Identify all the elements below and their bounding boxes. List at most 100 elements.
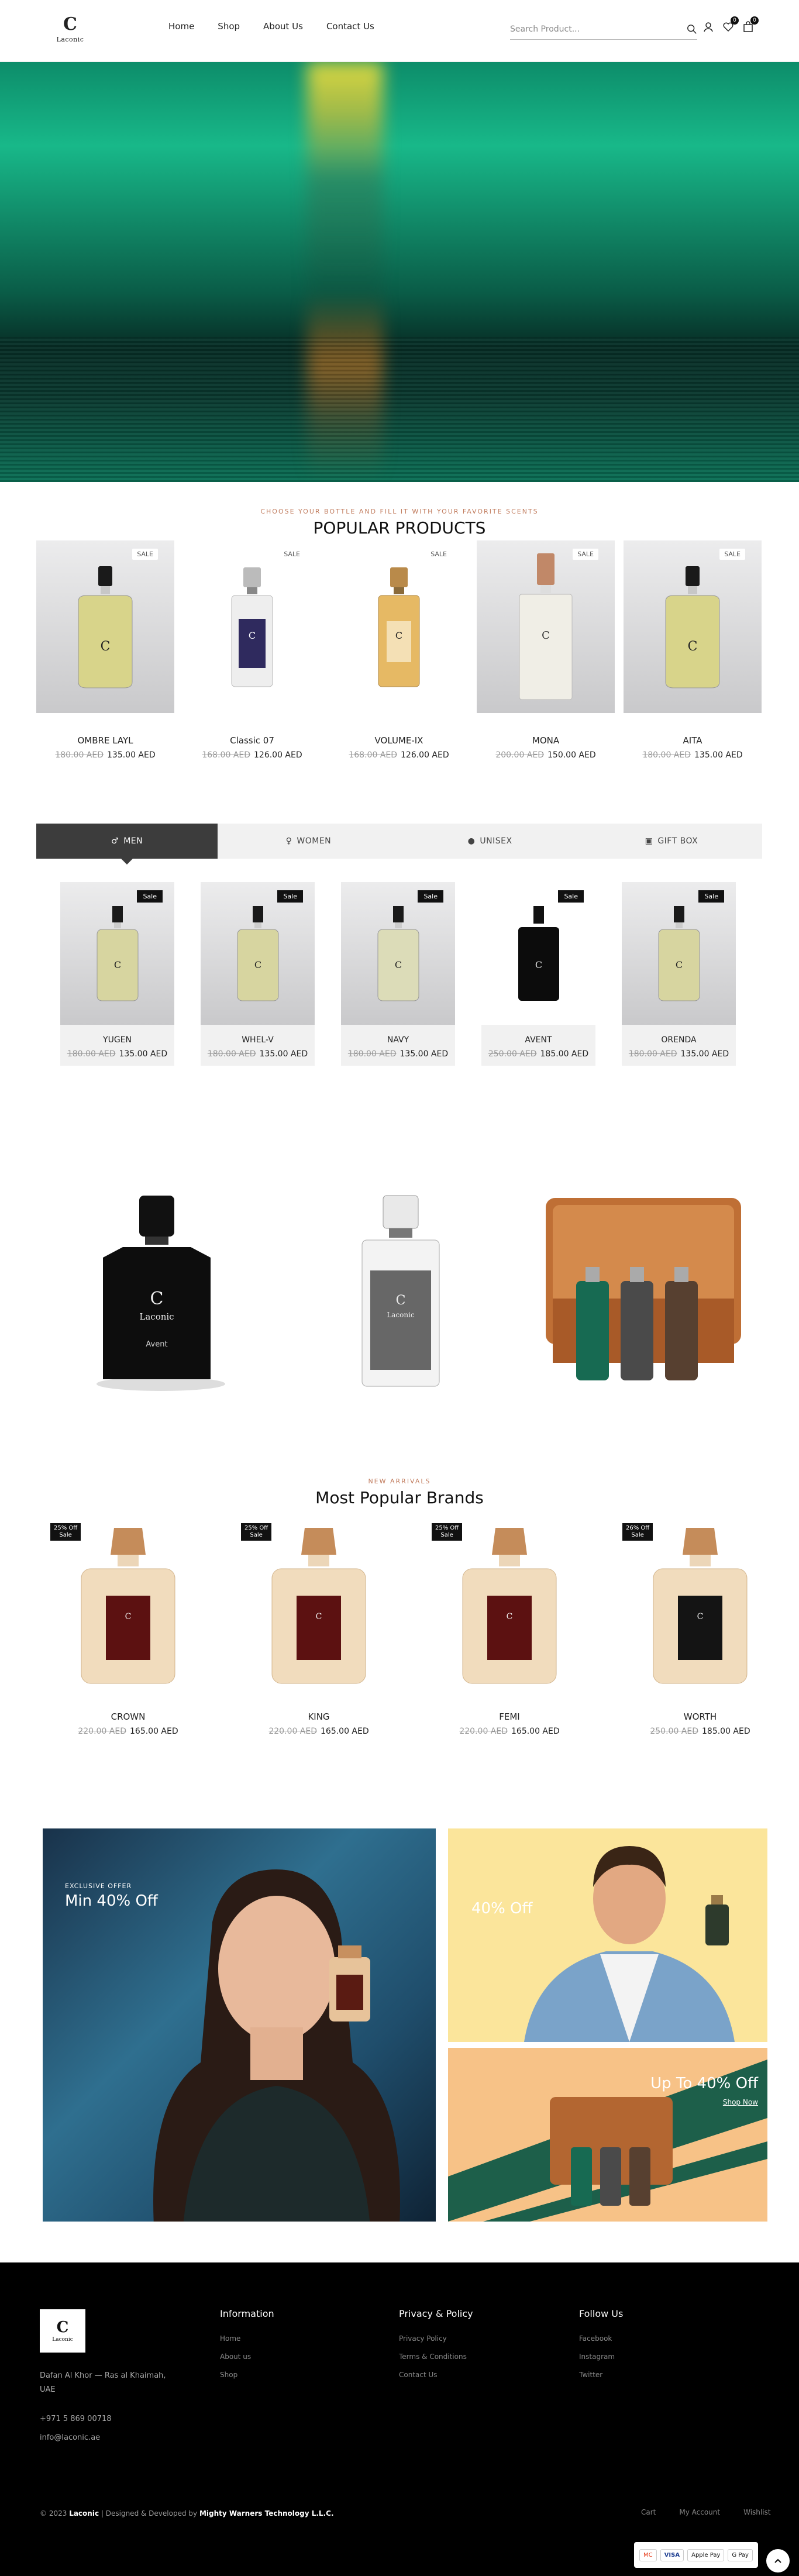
hero-banner [0, 62, 799, 482]
offer-top-right-banner[interactable]: 40% Off [448, 1828, 767, 2042]
tab-gift-box[interactable]: ▣ GIFT BOX [581, 824, 762, 859]
site-footer: C Laconic Dafan Al Khor — Ras al Khaimah… [0, 2262, 799, 2576]
perfume-bottle-icon: C [378, 567, 420, 687]
tab-men[interactable]: ♂ MEN [36, 824, 218, 865]
nav-contact[interactable]: Contact Us [326, 21, 374, 32]
product-image[interactable]: SALE C [624, 540, 762, 713]
footer-account-link[interactable]: My Account [679, 2508, 720, 2516]
sale-badge: Sale [418, 890, 443, 903]
product-image[interactable]: Sale C [201, 882, 315, 1025]
chevron-up-icon [774, 2558, 781, 2563]
tab-label: WOMEN [297, 836, 332, 846]
product-name[interactable]: Classic 07 [183, 735, 321, 746]
site-header: C Laconic Home Shop About Us Contact Us … [0, 0, 799, 62]
tab-women[interactable]: ♀ WOMEN [218, 824, 399, 859]
black-bottle-image[interactable]: C Laconic Avent [88, 1193, 228, 1392]
product-name[interactable]: KING [241, 1711, 397, 1722]
product-name[interactable]: VOLUME-IX [330, 735, 468, 746]
brand-image[interactable]: 25% Off Sale C [50, 1520, 206, 1695]
nav-home[interactable]: Home [168, 21, 194, 32]
scroll-to-top-button[interactable] [766, 2549, 790, 2572]
product-card[interactable]: Sale C YUGEN 180.00 AED 135.00 AED [60, 882, 174, 1066]
clear-bottle-image[interactable]: C Laconic [354, 1193, 447, 1392]
product-image[interactable]: Sale C [622, 882, 736, 1025]
product-name[interactable]: YUGEN [60, 1035, 174, 1045]
logo[interactable]: C Laconic [50, 11, 90, 48]
copyright-brand[interactable]: Laconic [69, 2509, 99, 2518]
product-image[interactable]: Sale C [481, 882, 595, 1025]
svg-text:Laconic: Laconic [139, 1311, 174, 1322]
brand-card[interactable]: 25% Off Sale C FEMI 220.00 AED 165.00 AED [432, 1520, 587, 1736]
brand-card[interactable]: 25% Off Sale C CROWN 220.00 AED 165.00 AED [50, 1520, 206, 1736]
footer-link[interactable]: Instagram [579, 2348, 623, 2366]
product-name[interactable]: WORTH [622, 1711, 778, 1722]
copyright-company[interactable]: Mighty Warners Technology L.L.C. [199, 2509, 334, 2518]
footer-link[interactable]: Home [220, 2330, 274, 2348]
product-image[interactable]: SALE C [183, 540, 321, 713]
footer-link[interactable]: Shop [220, 2366, 274, 2384]
nav-about[interactable]: About Us [263, 21, 303, 32]
footer-column-title: Privacy & Policy [399, 2308, 473, 2319]
footer-link[interactable]: Privacy Policy [399, 2330, 473, 2348]
product-image[interactable]: SALE C [477, 540, 615, 713]
sale-badge: Sale [137, 890, 163, 903]
gift-box-image[interactable] [541, 1193, 746, 1386]
brand-image[interactable]: 25% Off Sale C [241, 1520, 397, 1695]
product-card[interactable]: SALE C MONA 200.00 AED 150.00 AED [477, 540, 615, 760]
product-name[interactable]: AVENT [481, 1035, 595, 1045]
new-price: 185.00 AED [540, 1049, 589, 1059]
search-icon[interactable] [687, 24, 697, 35]
brand-card[interactable]: 26% Off Sale C WORTH 250.00 AED 185.00 AED [622, 1520, 778, 1736]
product-card[interactable]: SALE C Classic 07 168.00 AED 126.00 AED [183, 540, 321, 760]
brand-image[interactable]: 25% Off Sale C [432, 1520, 587, 1695]
product-name[interactable]: ORENDA [622, 1035, 736, 1045]
offer-bottom-right-banner[interactable]: Up To 40% Off Shop Now [448, 2048, 767, 2222]
footer-logo[interactable]: C Laconic [40, 2309, 85, 2353]
brand-card[interactable]: 25% Off Sale C KING 220.00 AED 165.00 AED [241, 1520, 397, 1736]
product-image[interactable]: SALE C [36, 540, 174, 713]
wishlist-icon[interactable]: 0 [722, 16, 739, 33]
product-image[interactable]: Sale C [341, 882, 455, 1025]
product-image[interactable]: Sale C [60, 882, 174, 1025]
footer-wishlist-link[interactable]: Wishlist [743, 2508, 770, 2516]
product-card[interactable]: SALE C VOLUME-IX 168.00 AED 126.00 AED [330, 540, 468, 760]
account-icon[interactable] [702, 21, 714, 33]
footer-email[interactable]: info@laconic.ae [40, 2429, 112, 2447]
product-card[interactable]: Sale C NAVY 180.00 AED 135.00 AED [341, 882, 455, 1066]
footer-cart-link[interactable]: Cart [641, 2508, 656, 2516]
footer-link[interactable]: Contact Us [399, 2366, 473, 2384]
offer-big-banner[interactable]: EXCLUSIVE OFFER Min 40% Off [43, 1828, 436, 2222]
product-name[interactable]: FEMI [432, 1711, 587, 1722]
product-card[interactable]: SALE C AITA 180.00 AED 135.00 AED [624, 540, 762, 760]
nav-shop[interactable]: Shop [218, 21, 240, 32]
product-card[interactable]: Sale C ORENDA 180.00 AED 135.00 AED [622, 882, 736, 1066]
product-card[interactable]: Sale C WHEL-V 180.00 AED 135.00 AED [201, 882, 315, 1066]
feature-banners: C Laconic Avent C Laconic [0, 1135, 799, 1439]
shop-now-link[interactable]: Shop Now [650, 2098, 758, 2106]
brand-image[interactable]: 26% Off Sale C [622, 1520, 778, 1695]
old-price: 200.00 AED [495, 750, 544, 760]
cart-icon[interactable]: 0 [742, 16, 759, 33]
product-name[interactable]: AITA [624, 735, 762, 746]
product-name[interactable]: OMBRE LAYL [36, 735, 174, 746]
product-card[interactable]: Sale C AVENT 250.00 AED 185.00 AED [481, 882, 595, 1066]
footer-link[interactable]: About us [220, 2348, 274, 2366]
footer-link[interactable]: Facebook [579, 2330, 623, 2348]
product-image[interactable]: SALE C [330, 540, 468, 713]
perfume-bottle-icon: C [271, 1528, 366, 1684]
product-name[interactable]: MONA [477, 735, 615, 746]
search-input[interactable]: Search Product... [510, 25, 580, 34]
sale-badge: SALE [573, 549, 598, 560]
tab-unisex[interactable]: ● UNISEX [399, 824, 581, 859]
footer-link[interactable]: Terms & Conditions [399, 2348, 473, 2366]
search-box[interactable]: Search Product... [510, 19, 697, 40]
product-name[interactable]: NAVY [341, 1035, 455, 1045]
product-name[interactable]: WHEL-V [201, 1035, 315, 1045]
footer-phone[interactable]: +971 5 869 00718 [40, 2410, 112, 2429]
old-price: 180.00 AED [67, 1049, 116, 1059]
product-card[interactable]: SALE C OMBRE LAYL 180.00 AED 135.00 AED [36, 540, 174, 760]
new-price: 126.00 AED [401, 750, 449, 760]
footer-link[interactable]: Twitter [579, 2366, 623, 2384]
svg-text:C: C [675, 959, 682, 970]
product-name[interactable]: CROWN [50, 1711, 206, 1722]
